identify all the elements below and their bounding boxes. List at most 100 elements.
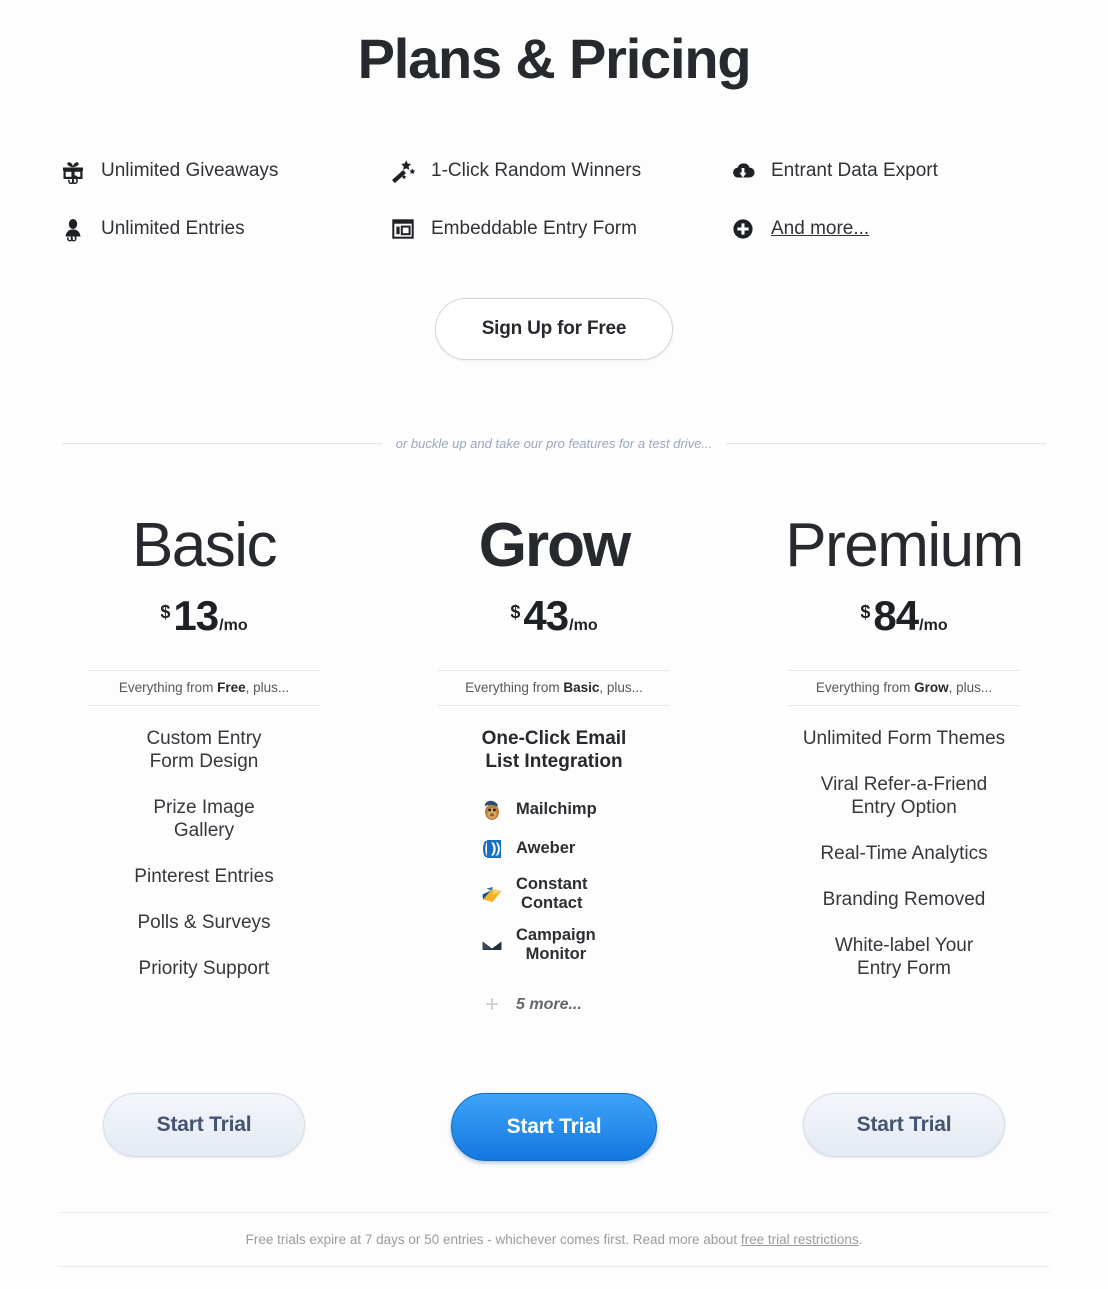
everything-from-note: Everything from Basic, plus... xyxy=(438,669,670,706)
free-trial-restrictions-link[interactable]: free trial restrictions xyxy=(741,1232,859,1247)
everything-plan: Grow xyxy=(914,679,949,695)
gift-infinity-icon xyxy=(58,156,88,186)
more-integrations-label: 5 more... xyxy=(516,996,582,1014)
price-period: /mo xyxy=(919,616,948,634)
plan-feature-list: Custom Entry Form Design Prize Image Galle… xyxy=(74,728,334,1004)
page-title: Plans & Pricing xyxy=(357,27,752,90)
everything-plan: Basic xyxy=(563,679,600,695)
cloud-download-icon xyxy=(728,156,758,186)
start-trial-basic-button[interactable]: Start Trial xyxy=(103,1093,305,1157)
trial-cell-premium: Start Trial xyxy=(729,1093,1079,1161)
plan-price: $ 13 /mo xyxy=(160,592,247,640)
everything-prefix: Everything from xyxy=(815,679,915,695)
plan-feature-list: One-Click Email List Integration Mailchi… xyxy=(424,728,684,1017)
plan-feature: White-label Your Entry Form xyxy=(834,934,974,979)
integration-label: Campaign Monitor xyxy=(516,925,596,964)
price-period: /mo xyxy=(569,616,598,634)
sign-up-free-button[interactable]: Sign Up for Free xyxy=(434,297,674,360)
feature-label: Entrant Data Export xyxy=(771,160,938,182)
plan-price: $ 84 /mo xyxy=(860,592,947,640)
plan-price: $ 43 /mo xyxy=(510,592,597,640)
integration-label: Constant Contact xyxy=(516,874,588,912)
integration-mailchimp: Mailchimp xyxy=(479,797,629,823)
feature-unlimited-entries: Unlimited Entries xyxy=(58,210,388,248)
plan-feature: Priority Support xyxy=(138,957,270,979)
integration-constant-contact: Constant Contact xyxy=(479,875,629,913)
plan-name: Premium xyxy=(785,510,1024,580)
integration-label: Aweber xyxy=(516,839,576,858)
divider-text: or buckle up and take our pro features f… xyxy=(395,435,713,451)
footer: Free trials expire at 7 days or 50 entri… xyxy=(0,1212,1108,1267)
currency-symbol: $ xyxy=(510,601,521,622)
feature-and-more[interactable]: And more... xyxy=(728,210,1058,248)
everything-from-note: Everything from Free, plus... xyxy=(88,669,320,706)
plus-icon: + xyxy=(484,991,499,1019)
plan-feature: Custom Entry Form Design xyxy=(146,727,262,772)
plan-name: Basic xyxy=(131,510,278,580)
footer-text-after: . xyxy=(858,1232,863,1247)
trial-buttons-row: Start Trial Start Trial Start Trial xyxy=(29,1093,1079,1161)
plan-name: Grow xyxy=(478,510,631,580)
everything-prefix: Everything from xyxy=(465,679,564,695)
section-divider: or buckle up and take our pro features f… xyxy=(62,435,1047,451)
currency-symbol: $ xyxy=(860,601,871,622)
integration-label: Mailchimp xyxy=(516,800,597,819)
divider-line-right xyxy=(726,442,1047,444)
plan-feature: Prize Image Gallery xyxy=(153,796,255,841)
plan-feature: Pinterest Entries xyxy=(134,865,274,887)
integration-list: Mailchimp Aweber Constant Contact Campai… xyxy=(424,797,684,1018)
price-amount: 43 xyxy=(523,591,569,639)
price-amount: 13 xyxy=(173,591,219,639)
magic-wand-icon xyxy=(388,156,418,186)
mailchimp-logo xyxy=(479,797,505,823)
footer-rule-bottom xyxy=(58,1266,1050,1267)
trial-cell-grow: Start Trial xyxy=(379,1093,729,1161)
feature-unlimited-giveaways: Unlimited Giveaways xyxy=(58,152,388,190)
trial-cell-basic: Start Trial xyxy=(29,1093,379,1161)
plan-grow: Grow $ 43 /mo Everything from Basic, plu… xyxy=(379,491,729,1018)
feature-data-export: Entrant Data Export xyxy=(728,152,1058,190)
price-amount: 84 xyxy=(873,591,919,639)
plan-basic: Basic $ 13 /mo Everything from Free, plu… xyxy=(29,491,379,1018)
footer-note: Free trials expire at 7 days or 50 entri… xyxy=(0,1213,1108,1266)
footer-text-before: Free trials expire at 7 days or 50 entri… xyxy=(245,1232,741,1247)
everything-suffix: , plus... xyxy=(948,679,993,695)
feature-label: Unlimited Giveaways xyxy=(101,160,279,182)
pricing-page: Plans & Pricing Unlimited Giveaways 1-Cl… xyxy=(0,0,1108,1289)
everything-from-note: Everything from Grow, plus... xyxy=(788,669,1020,706)
person-infinity-icon xyxy=(58,214,88,244)
everything-suffix: , plus... xyxy=(599,679,643,695)
feature-label[interactable]: And more... xyxy=(771,219,869,238)
start-trial-grow-button[interactable]: Start Trial xyxy=(451,1093,657,1161)
integration-campaign-monitor: Campaign Monitor xyxy=(479,926,629,964)
feature-random-winners: 1-Click Random Winners xyxy=(388,152,728,190)
plan-feature: Real-Time Analytics xyxy=(820,842,988,864)
constant-contact-logo xyxy=(479,881,505,907)
integration-aweber: Aweber xyxy=(479,836,629,862)
plan-premium: Premium $ 84 /mo Everything from Grow, p… xyxy=(729,491,1079,1018)
plan-feature: Unlimited Form Themes xyxy=(802,727,1006,749)
everything-suffix: , plus... xyxy=(245,679,290,695)
everything-plan: Free xyxy=(217,679,246,695)
feature-label: Embeddable Entry Form xyxy=(431,218,637,240)
plan-feature: Branding Removed xyxy=(822,888,986,910)
aweber-logo xyxy=(479,836,505,862)
more-integrations[interactable]: + 5 more... xyxy=(479,993,629,1017)
feature-highlights: Unlimited Giveaways 1-Click Random Winne… xyxy=(0,152,1108,248)
start-trial-premium-button[interactable]: Start Trial xyxy=(803,1093,1005,1157)
plus-circle-icon xyxy=(728,214,758,244)
currency-symbol: $ xyxy=(160,601,171,622)
feature-label: Unlimited Entries xyxy=(101,218,245,240)
signup-section: Sign Up for Free xyxy=(0,297,1108,360)
feature-embeddable-form: Embeddable Entry Form xyxy=(388,210,728,248)
plans-grid: Basic $ 13 /mo Everything from Free, plu… xyxy=(29,451,1079,1018)
price-period: /mo xyxy=(219,616,248,634)
campaign-monitor-logo xyxy=(479,932,505,958)
plan-feature-headline: One-Click Email List Integration xyxy=(481,727,627,772)
divider-line-left xyxy=(62,442,382,444)
feature-label: 1-Click Random Winners xyxy=(431,160,642,182)
everything-prefix: Everything from xyxy=(118,679,218,695)
plan-feature-list: Unlimited Form Themes Viral Refer-a-Frie… xyxy=(774,728,1034,1004)
plan-feature: Polls & Surveys xyxy=(137,911,271,933)
plan-feature: Viral Refer-a-Friend Entry Option xyxy=(820,773,988,818)
